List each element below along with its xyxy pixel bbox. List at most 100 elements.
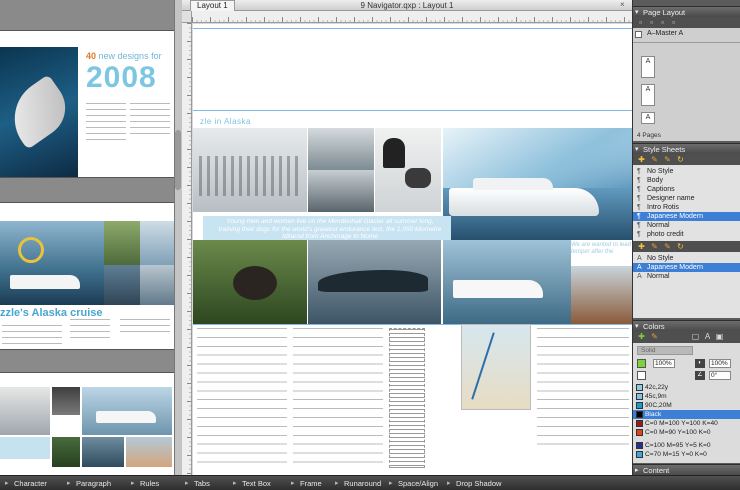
- body-text-column-2[interactable]: [293, 328, 383, 468]
- close-icon[interactable]: ×: [620, 1, 628, 9]
- ruler-origin[interactable]: [182, 11, 192, 23]
- sled-dogs-photo[interactable]: [193, 128, 307, 212]
- character-style-item[interactable]: A No Style: [633, 254, 740, 263]
- color-swatch-item[interactable]: 42c,22y: [633, 383, 740, 392]
- paragraph-style-item[interactable]: ¶ No Style: [633, 167, 740, 176]
- paragraph-style-item[interactable]: ¶ Intro Rotis: [633, 203, 740, 212]
- paragraph-style-item[interactable]: ¶ photo credit: [633, 230, 740, 239]
- master-page-label[interactable]: A–Master A: [647, 30, 683, 37]
- swatch-icon: [636, 393, 643, 400]
- paragraph-style-item[interactable]: ¶ Body: [633, 176, 740, 185]
- yacht-ice-photo[interactable]: [443, 240, 571, 324]
- color-swatch-item-selected[interactable]: Black: [633, 410, 740, 419]
- shade-input-1[interactable]: 100%: [653, 359, 675, 368]
- page-thumb-1[interactable]: A: [641, 56, 655, 78]
- page-navigator-panel[interactable]: 40 new designs for 2008 zzle's Alaska cr…: [0, 0, 182, 475]
- update-style-icon[interactable]: ↻: [676, 155, 685, 164]
- disclosure-triangle-icon: ▸: [291, 480, 295, 487]
- navigator-scroll-thumb[interactable]: [175, 130, 181, 190]
- edit-style-icon[interactable]: ✎: [650, 155, 659, 164]
- page-thumb-3[interactable]: A: [641, 112, 655, 124]
- duplicate-style-icon[interactable]: ✎: [663, 155, 672, 164]
- new-style-icon[interactable]: ✚: [637, 155, 646, 164]
- paragraph-style-item[interactable]: ¶ Normal: [633, 221, 740, 230]
- frame-color-icon[interactable]: ▢: [691, 332, 700, 341]
- color-swatch-item[interactable]: 90C,20M: [633, 401, 740, 410]
- side-caption[interactable]: We are wanted to lead temper after the: [571, 242, 631, 256]
- none-color-icon[interactable]: [637, 371, 646, 380]
- page-layout-palette-header[interactable]: ▾ Page Layout: [633, 6, 740, 17]
- dog-camp-photo[interactable]: [308, 128, 374, 170]
- dog-team-photo[interactable]: [308, 170, 374, 212]
- margin-guide: [193, 28, 632, 29]
- tab-paragraph[interactable]: ▸ Paragraph: [66, 476, 111, 490]
- background-color-icon[interactable]: ▣: [715, 332, 724, 341]
- tab-tabs[interactable]: ▸ Tabs: [184, 476, 210, 490]
- vertical-ruler[interactable]: [182, 23, 192, 475]
- color-mode-icon[interactable]: [637, 359, 646, 368]
- color-swatch-item[interactable]: C=70 M=15 Y=0 K=0: [633, 450, 740, 459]
- body-text-column-3[interactable]: [537, 328, 629, 448]
- content-palette-header[interactable]: ▸ Content: [633, 464, 740, 475]
- tab-space-align[interactable]: ▸ Space/Align: [388, 476, 438, 490]
- colors-palette-header[interactable]: ▾ Colors: [633, 320, 740, 331]
- paragraph-style-item[interactable]: ¶ Designer name: [633, 194, 740, 203]
- text-color-icon[interactable]: A: [703, 332, 712, 341]
- master-page-icon: [635, 31, 642, 38]
- color-swatch-item[interactable]: C=100 M=95 Y=5 K=0: [633, 441, 740, 450]
- navigator-scrollbar[interactable]: [174, 0, 182, 475]
- angle-input[interactable]: 0°: [709, 371, 731, 380]
- margin-guide: [193, 324, 632, 325]
- navigator-spread-1[interactable]: 40 new designs for 2008: [0, 30, 174, 178]
- navigator-spread-2[interactable]: zzle's Alaska cruise: [0, 202, 174, 350]
- style-sheets-palette-header[interactable]: ▾ Style Sheets: [633, 143, 740, 154]
- spread1-heading: 40 new designs for: [86, 51, 162, 61]
- swatch-icon: [636, 402, 643, 409]
- paragraph-style-item[interactable]: ¶ Captions: [633, 185, 740, 194]
- tab-rules[interactable]: ▸ Rules: [130, 476, 159, 490]
- update-character-style-icon[interactable]: ↻: [676, 242, 685, 251]
- horizontal-ruler[interactable]: [192, 11, 632, 23]
- style-sheets-toolbar-character: ✚ ✎ ✎ ↻: [633, 241, 740, 252]
- navigator-spread-3[interactable]: [0, 372, 174, 475]
- delete-page-icon[interactable]: ▫: [658, 18, 667, 27]
- bear-photo[interactable]: [193, 240, 307, 324]
- section-heading[interactable]: zle in Alaska: [200, 117, 251, 126]
- tab-character[interactable]: ▸ Character: [4, 476, 47, 490]
- character-style-item[interactable]: A Normal: [633, 272, 740, 281]
- duplicate-page-icon[interactable]: ▫: [647, 18, 656, 27]
- fill-type-select[interactable]: Solid: [637, 346, 693, 355]
- disclosure-triangle-icon: ▸: [233, 480, 237, 487]
- page-thumb-2[interactable]: A: [641, 84, 655, 106]
- new-page-icon[interactable]: ▫: [636, 18, 645, 27]
- layout-canvas[interactable]: zle in Alaska Young men and women live o…: [193, 24, 632, 475]
- color-swatch-item[interactable]: C=0 M=90 Y=100 K=0: [633, 428, 740, 437]
- duplicate-character-style-icon[interactable]: ✎: [663, 242, 672, 251]
- whale-photo[interactable]: [308, 240, 441, 324]
- color-swatch-item[interactable]: 45c,9m: [633, 392, 740, 401]
- new-character-style-icon[interactable]: ✚: [637, 242, 646, 251]
- edit-color-icon[interactable]: ✎: [650, 332, 659, 341]
- paragraph-mark-icon: ¶: [637, 177, 641, 184]
- tab-frame[interactable]: ▸ Frame: [290, 476, 322, 490]
- shade-input-2[interactable]: 100%: [709, 359, 731, 368]
- new-color-icon[interactable]: ✚: [637, 332, 646, 341]
- tab-layout-1[interactable]: Layout 1: [190, 0, 235, 11]
- yacht-glacier-photo[interactable]: [443, 128, 632, 240]
- body-text-column-1[interactable]: [197, 328, 287, 468]
- disclosure-triangle-icon[interactable]: ▸: [635, 465, 639, 475]
- japanese-text-box[interactable]: [389, 328, 425, 468]
- photo-caption[interactable]: Young men and women live on the Mendenha…: [215, 218, 445, 241]
- page-options-icon[interactable]: ▫: [669, 18, 678, 27]
- character-style-item-selected[interactable]: A Japanese Modern: [633, 263, 740, 272]
- edit-character-style-icon[interactable]: ✎: [650, 242, 659, 251]
- palette-title: Content: [643, 466, 670, 475]
- tab-text-box[interactable]: ▸ Text Box: [232, 476, 271, 490]
- paragraph-style-item-selected[interactable]: ¶ Japanese Modern: [633, 212, 740, 221]
- tab-runaround[interactable]: ▸ Runaround: [334, 476, 381, 490]
- musher-dogs-photo[interactable]: [375, 128, 441, 212]
- tab-drop-shadow[interactable]: ▸ Drop Shadow: [446, 476, 501, 490]
- alaska-map[interactable]: [461, 324, 531, 410]
- color-swatch-item[interactable]: C=0 M=100 Y=100 K=40: [633, 419, 740, 428]
- sea-lions-photo[interactable]: [571, 266, 632, 324]
